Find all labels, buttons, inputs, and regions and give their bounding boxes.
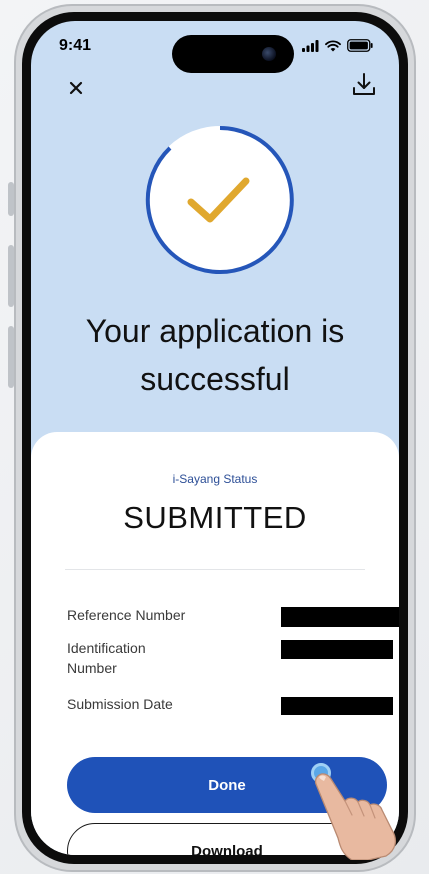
pointing-hand-icon	[314, 773, 397, 860]
divider	[65, 569, 365, 570]
dynamic-island	[172, 35, 294, 73]
submission-date-value-redacted	[281, 697, 393, 715]
signal-icon	[302, 39, 319, 52]
phone-frame: 9:41 Your application is successful i-Sa…	[14, 4, 416, 872]
reference-number-label: Reference Number	[67, 607, 186, 623]
identification-number-value-redacted	[281, 640, 393, 659]
identification-number-label: Identification Number	[67, 640, 146, 676]
battery-icon	[347, 39, 373, 52]
success-headline: Your application is successful	[85, 313, 345, 397]
close-icon[interactable]	[65, 77, 87, 99]
app-screen: 9:41 Your application is successful i-Sa…	[31, 21, 399, 855]
reference-number-value-redacted	[281, 607, 399, 627]
camera-icon	[262, 47, 276, 61]
phone-bezel: 9:41 Your application is successful i-Sa…	[22, 12, 408, 864]
status-icons	[302, 39, 373, 52]
wifi-icon	[325, 39, 341, 51]
device-mockup: 9:41 Your application is successful i-Sa…	[0, 0, 429, 874]
status-label: i-Sayang Status	[172, 472, 258, 486]
download-icon[interactable]	[351, 71, 377, 99]
submission-date-label: Submission Date	[67, 696, 173, 712]
status-time: 9:41	[59, 37, 92, 54]
success-checkmark-icon	[145, 125, 294, 274]
status-value: SUBMITTED	[123, 500, 307, 535]
